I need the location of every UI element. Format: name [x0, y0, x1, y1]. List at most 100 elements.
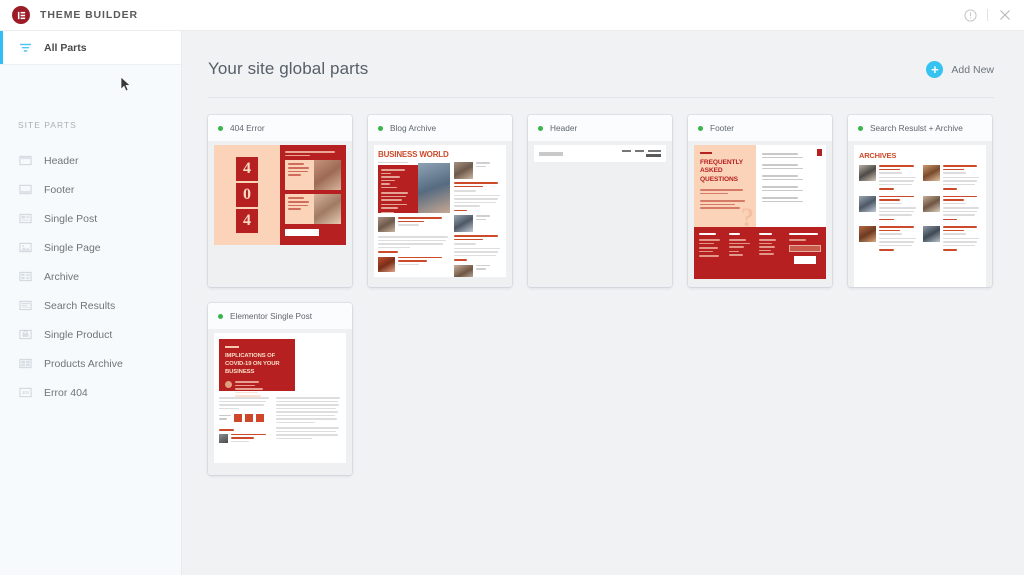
sidebar-item-label: Archive	[44, 270, 80, 283]
sidebar-item-single-post[interactable]: Single Post	[0, 204, 181, 233]
sidebar-item-header[interactable]: Header	[0, 146, 181, 175]
card-title: Footer	[710, 123, 734, 133]
card-preview	[528, 141, 672, 287]
page-title: Your site global parts	[208, 59, 369, 78]
sidebar-item-archive[interactable]: Archive	[0, 262, 181, 291]
app-title: THEME BUILDER	[40, 9, 139, 21]
sidebar-item-label: Products Archive	[44, 357, 123, 370]
thumb-404-left-panel: 4 0 4	[214, 145, 280, 245]
site-part-card[interactable]: 404 Error 4 0 4	[208, 115, 352, 287]
thumb-404-button	[285, 229, 319, 236]
status-badge	[698, 125, 703, 131]
thumb-404-promo-2	[285, 194, 341, 224]
app-shell: All Parts SITE PARTS Header Footer Singl…	[0, 31, 1024, 575]
thumb-blog-hero	[378, 163, 450, 214]
thumbnail-single-post: IMPLICATIONS OF COVID-19 ON YOUR BUSINES…	[214, 333, 346, 463]
error-404-icon: 404	[18, 386, 32, 400]
card-header: Blog Archive	[368, 115, 512, 141]
card-header: Elementor Single Post	[208, 303, 352, 329]
card-header: 404 Error	[208, 115, 352, 141]
card-title: Blog Archive	[390, 123, 437, 133]
thumb-blog-heading: BUSINESS WORLD	[378, 150, 449, 159]
thumb-404-digit: 4	[236, 157, 258, 181]
thumb-post-hero: IMPLICATIONS OF COVID-19 ON YOUR BUSINES…	[219, 339, 295, 397]
card-header: Footer	[688, 115, 832, 141]
main-header: Your site global parts + Add New	[182, 31, 1024, 79]
thumb-footer-submit-button	[793, 255, 817, 264]
elementor-logo-icon	[12, 6, 30, 24]
thumb-header-nav	[622, 149, 661, 158]
card-preview: FREQUENTLY ASKED QUESTIONS ?	[688, 141, 832, 287]
card-header: Search Resulst + Archive	[848, 115, 992, 141]
status-badge	[218, 125, 223, 131]
sidebar-item-label: All Parts	[44, 41, 87, 54]
card-title: Search Resulst + Archive	[870, 123, 963, 133]
close-icon[interactable]	[992, 2, 1018, 28]
sidebar-item-footer[interactable]: Footer	[0, 175, 181, 204]
thumbnail-footer: FREQUENTLY ASKED QUESTIONS ?	[694, 145, 826, 279]
toolbar-divider	[987, 9, 988, 21]
mouse-cursor	[120, 76, 131, 92]
add-new-button[interactable]: + Add New	[926, 61, 994, 78]
thumb-archives-item	[859, 195, 918, 223]
status-badge	[218, 313, 223, 319]
sidebar-item-label: Single Product	[44, 328, 113, 341]
thumb-footer-heading: FREQUENTLY ASKED QUESTIONS	[700, 158, 743, 184]
help-circle-icon[interactable]	[957, 2, 983, 28]
thumb-404-digit: 4	[236, 209, 258, 233]
svg-text:404: 404	[22, 390, 30, 395]
card-header: Header	[528, 115, 672, 141]
thumb-archives-item	[922, 165, 982, 192]
sidebar-item-single-page[interactable]: Single Page	[0, 233, 181, 262]
header-layout-icon	[18, 154, 32, 168]
thumbnail-archives: ARCHIVES	[854, 145, 986, 287]
filter-icon	[18, 41, 32, 55]
brand-logo-group: THEME BUILDER	[0, 6, 138, 24]
thumb-404-digit: 0	[236, 183, 258, 207]
site-parts-grid: 404 Error 4 0 4 Blog Archive BUSINESS WO…	[182, 98, 1024, 475]
sidebar-item-label: Header	[44, 154, 79, 167]
thumb-archives-item	[922, 226, 982, 253]
site-part-card[interactable]: Blog Archive BUSINESS WORLD	[368, 115, 512, 287]
thumb-archives-heading: ARCHIVES	[859, 151, 897, 160]
top-bar: THEME BUILDER	[0, 0, 1024, 31]
card-preview: ARCHIVES	[848, 141, 992, 287]
thumbnail-header	[534, 145, 666, 273]
sidebar-item-error-404[interactable]: 404 Error 404	[0, 378, 181, 407]
footer-layout-icon	[18, 183, 32, 197]
thumb-blog-post-item	[378, 217, 450, 233]
card-preview: IMPLICATIONS OF COVID-19 ON YOUR BUSINES…	[208, 329, 352, 475]
thumb-blog-post-item	[454, 264, 502, 277]
thumb-blog-side-column	[454, 162, 502, 277]
site-part-card[interactable]: Header	[528, 115, 672, 287]
site-part-card[interactable]: Elementor Single Post IMPLICATIONS OF CO…	[208, 303, 352, 475]
thumb-post-related	[219, 429, 270, 444]
status-badge	[538, 125, 543, 131]
thumb-blog-post-item	[378, 256, 450, 272]
add-new-label: Add New	[951, 63, 994, 76]
thumb-footer-faq-panel: FREQUENTLY ASKED QUESTIONS ?	[694, 145, 757, 231]
single-product-icon	[18, 328, 32, 342]
card-title: 404 Error	[230, 123, 265, 133]
main-content: Your site global parts + Add New 404 Err…	[182, 31, 1024, 575]
sidebar-item-label: Search Results	[44, 299, 116, 312]
thumb-post-share-row	[219, 414, 270, 422]
plus-circle-icon: +	[926, 61, 944, 78]
site-part-card[interactable]: Footer FREQUENTLY ASKED QUESTIONS ?	[688, 115, 832, 287]
site-part-card[interactable]: Search Resulst + Archive ARCHIVES	[848, 115, 992, 287]
sidebar-item-single-product[interactable]: Single Product	[0, 320, 181, 349]
sidebar-item-all-parts[interactable]: All Parts	[0, 31, 181, 65]
sidebar-item-search-results[interactable]: Search Results	[0, 291, 181, 320]
sidebar-item-label: Footer	[44, 183, 75, 196]
thumb-blog-post-item	[454, 162, 502, 179]
sidebar-item-label: Single Post	[44, 212, 98, 225]
thumb-footer-bottom-bar	[694, 227, 826, 279]
thumb-header-bar	[534, 145, 666, 162]
thumb-footer-email-input	[788, 244, 822, 252]
single-page-icon	[18, 241, 32, 255]
thumb-blog-main-column	[378, 162, 450, 277]
thumb-footer-question-mark: ?	[741, 203, 755, 232]
card-preview: BUSINESS WORLD	[368, 141, 512, 287]
sidebar-item-products-archive[interactable]: Products Archive	[0, 349, 181, 378]
thumbnail-404: 4 0 4	[214, 145, 346, 245]
